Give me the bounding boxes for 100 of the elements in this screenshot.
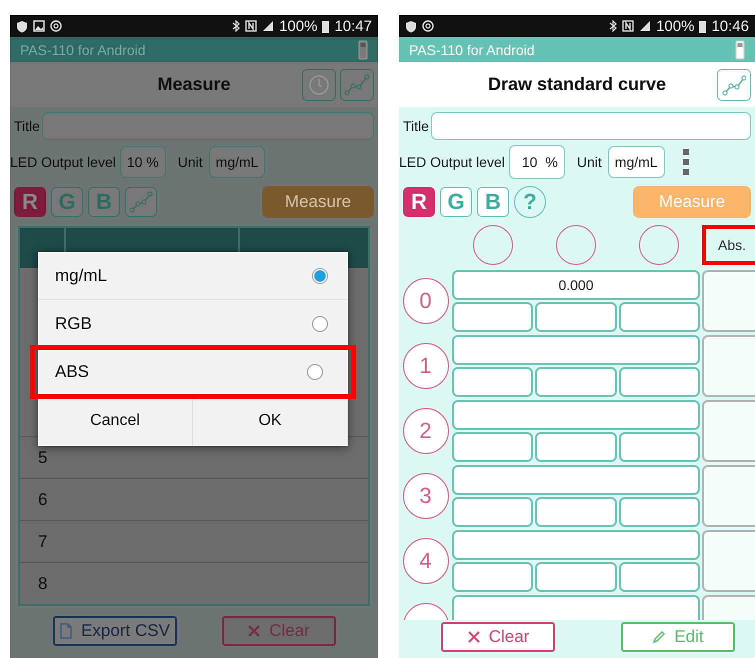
abs-cell[interactable] <box>702 464 755 526</box>
x-icon <box>247 624 262 638</box>
concentration-field[interactable]: 0.000 <box>452 270 700 300</box>
led-level-field[interactable]: 10 % <box>120 146 166 178</box>
device-icon <box>358 40 368 60</box>
battery-percent: 100% <box>279 18 318 34</box>
rgb-field[interactable] <box>535 432 617 462</box>
cancel-button[interactable]: Cancel <box>38 396 193 446</box>
clear-button[interactable]: Clear <box>441 622 555 652</box>
shield-icon <box>405 20 417 32</box>
pencil-icon <box>652 630 666 644</box>
unit-dropdown[interactable]: mg/mL <box>608 146 665 178</box>
rgb-field[interactable] <box>618 366 700 396</box>
clock-button[interactable] <box>302 69 336 101</box>
title-field[interactable] <box>42 112 374 140</box>
led-label: LED Output level <box>10 154 116 170</box>
channel-button[interactable]: R <box>403 187 435 217</box>
export-button[interactable]: Export CSV <box>52 616 176 646</box>
rgb-field[interactable] <box>618 496 700 526</box>
unit-option[interactable]: ABS <box>30 345 356 399</box>
radio-button[interactable] <box>307 364 323 380</box>
standard-number: 4 <box>402 538 448 584</box>
shield-icon <box>16 20 28 32</box>
led-value: 10 <box>522 154 538 170</box>
signal-icon <box>262 20 274 32</box>
rgb-field[interactable] <box>452 496 534 526</box>
title-label: Title <box>14 118 40 134</box>
measure-button[interactable]: Measure <box>262 186 374 218</box>
bluetooth-icon <box>232 20 240 32</box>
graph-button[interactable] <box>340 69 374 101</box>
standard-number: 1 <box>402 342 448 388</box>
row-number: 8 <box>38 574 48 594</box>
abs-cell[interactable] <box>702 270 755 332</box>
column-circle <box>556 225 596 265</box>
edit-button[interactable]: Edit <box>621 622 735 652</box>
rgb-field[interactable] <box>452 562 534 592</box>
rgb-field[interactable] <box>535 562 617 592</box>
standard-number: 0 <box>402 278 448 324</box>
concentration-field[interactable] <box>452 400 700 430</box>
unit-label: Unit <box>576 154 602 170</box>
column-circle <box>638 225 679 265</box>
rgb-field[interactable] <box>618 302 700 332</box>
ok-button[interactable]: OK <box>193 396 348 446</box>
led-level-field[interactable]: 10 % <box>508 145 565 179</box>
x-icon <box>466 630 481 644</box>
channel-button[interactable]: B <box>477 187 509 217</box>
image-icon <box>33 20 45 32</box>
rgb-field[interactable] <box>535 302 617 332</box>
screen-title: Measure <box>157 74 231 95</box>
abs-cell[interactable] <box>702 400 755 462</box>
abs-cell[interactable] <box>702 334 755 396</box>
concentration-field[interactable] <box>452 594 700 620</box>
unit-dropdown[interactable]: mg/mL <box>208 146 266 178</box>
led-label: LED Output level <box>399 154 505 170</box>
device-icon <box>735 40 745 60</box>
rgb-field[interactable] <box>452 366 534 396</box>
column-header: Abs. <box>702 225 755 265</box>
help-button[interactable]: ? <box>514 186 546 218</box>
nfc-icon <box>245 20 258 32</box>
nfc-icon <box>622 20 634 32</box>
line-graph-icon <box>129 191 153 213</box>
standard-number: 3 <box>402 472 448 518</box>
graph-button[interactable] <box>717 69 751 101</box>
percent-unit: % <box>545 154 558 170</box>
bluetooth-icon <box>609 20 618 32</box>
concentration-field[interactable] <box>452 464 700 494</box>
concentration-field[interactable] <box>452 530 700 560</box>
row-number: 7 <box>38 532 48 552</box>
rgb-field[interactable] <box>618 562 700 592</box>
screen-title: Draw standard curve <box>488 74 666 95</box>
rgb-field[interactable] <box>618 432 700 462</box>
rgb-field[interactable] <box>535 496 617 526</box>
rgb-field[interactable] <box>535 366 617 396</box>
rgb-field[interactable] <box>452 302 534 332</box>
signal-icon <box>639 20 652 32</box>
clock-icon <box>308 74 330 96</box>
row-number: 6 <box>38 490 48 510</box>
concentration-field[interactable] <box>452 334 700 364</box>
app-title: PAS-110 for Android <box>409 42 535 58</box>
title-label: Title <box>403 118 429 134</box>
line-graph-icon <box>722 74 746 96</box>
circle-icon <box>422 20 434 32</box>
unit-option[interactable]: RGB <box>38 300 348 348</box>
circle-icon <box>50 20 62 32</box>
graph-button[interactable] <box>125 187 157 217</box>
clock-time: 10:46 <box>711 18 749 34</box>
column-circle <box>473 225 514 265</box>
rgb-field[interactable] <box>452 432 534 462</box>
unit-label: Unit <box>178 154 203 170</box>
line-graph-icon <box>344 74 370 96</box>
abs-cell[interactable] <box>702 530 755 592</box>
unit-option[interactable]: mg/mL <box>38 252 348 300</box>
title-field[interactable] <box>430 112 751 140</box>
standard-number: 2 <box>402 408 448 454</box>
channel-button[interactable]: R <box>14 187 46 217</box>
app-title: PAS-110 for Android <box>20 42 146 58</box>
channel-button[interactable]: G <box>440 187 472 217</box>
menu-icon[interactable] <box>682 149 689 175</box>
radio-button[interactable] <box>312 268 328 284</box>
radio-button[interactable] <box>312 316 328 332</box>
